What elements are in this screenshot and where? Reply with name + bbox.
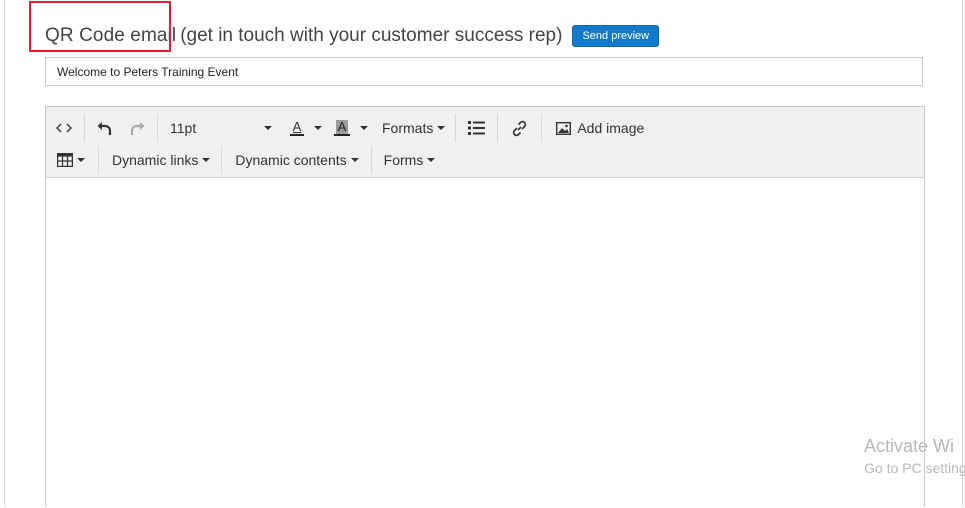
link-icon bbox=[513, 120, 527, 136]
chevron-down-icon bbox=[314, 126, 322, 130]
toolbar-separator bbox=[221, 146, 223, 174]
page-frame-left bbox=[4, 0, 5, 507]
dynamic-links-label: Dynamic links bbox=[112, 152, 199, 168]
send-preview-button[interactable]: Send preview bbox=[572, 25, 660, 47]
watermark-line-2: Go to PC setting bbox=[864, 460, 965, 476]
dynamic-contents-label: Dynamic contents bbox=[235, 152, 347, 168]
bullet-list-icon bbox=[468, 121, 486, 135]
chevron-down-icon bbox=[350, 158, 359, 162]
text-color-button[interactable]: A bbox=[280, 114, 328, 142]
editor-content-area[interactable] bbox=[46, 178, 924, 508]
table-icon bbox=[57, 153, 73, 167]
undo-icon bbox=[97, 122, 112, 135]
email-subject-input[interactable] bbox=[45, 57, 923, 86]
chevron-down-icon bbox=[437, 126, 446, 130]
chevron-down-icon bbox=[77, 158, 85, 162]
windows-activation-watermark: Activate Wi Go to PC setting bbox=[864, 436, 965, 476]
section-title: QR Code email bbox=[45, 25, 177, 46]
toolbar-separator bbox=[370, 146, 372, 174]
add-image-label: Add image bbox=[577, 120, 645, 136]
watermark-line-1: Activate Wi bbox=[864, 436, 955, 456]
dynamic-links-dropdown[interactable]: Dynamic links bbox=[101, 146, 219, 174]
background-color-icon: A bbox=[334, 120, 350, 136]
text-color-glyph: A bbox=[292, 119, 302, 134]
toolbar-separator bbox=[157, 114, 158, 142]
formats-dropdown[interactable]: Formats bbox=[374, 114, 453, 142]
editor-toolbar: 11pt A A Formats Add image Dynamic links… bbox=[46, 107, 924, 178]
text-color-icon: A bbox=[290, 120, 304, 136]
forms-dropdown[interactable]: Forms bbox=[374, 146, 444, 174]
chevron-down-icon bbox=[202, 158, 211, 162]
rich-text-editor: 11pt A A Formats Add image Dynamic links… bbox=[45, 106, 925, 508]
toolbar-separator bbox=[84, 114, 85, 142]
dynamic-contents-dropdown[interactable]: Dynamic contents bbox=[224, 146, 368, 174]
font-size-value: 11pt bbox=[170, 120, 197, 136]
add-image-button[interactable]: Add image bbox=[544, 114, 651, 142]
background-color-swatch bbox=[334, 134, 350, 136]
image-icon bbox=[556, 121, 572, 135]
page-frame-right bbox=[962, 0, 963, 507]
toolbar-row-2: Dynamic links Dynamic contents Forms bbox=[46, 145, 443, 175]
background-color-glyph: A bbox=[335, 119, 349, 134]
toolbar-separator bbox=[541, 114, 543, 142]
forms-label: Forms bbox=[383, 152, 424, 168]
bullet-list-button[interactable] bbox=[458, 114, 495, 142]
chevron-down-icon bbox=[360, 126, 368, 130]
toolbar-separator bbox=[98, 146, 99, 174]
formats-label: Formats bbox=[382, 120, 434, 136]
chevron-down-icon bbox=[264, 126, 272, 130]
toolbar-row-1: 11pt A A Formats Add image bbox=[46, 113, 651, 143]
font-size-select[interactable]: 11pt bbox=[160, 114, 280, 142]
table-button[interactable] bbox=[46, 146, 96, 174]
section-subtitle: (get in touch with your customer success… bbox=[180, 25, 563, 46]
toolbar-separator bbox=[497, 114, 499, 142]
redo-icon bbox=[130, 122, 145, 135]
toolbar-separator bbox=[455, 114, 457, 142]
insert-link-button[interactable] bbox=[500, 114, 539, 142]
background-color-button[interactable]: A bbox=[328, 114, 374, 142]
section-header: QR Code email (get in touch with your cu… bbox=[45, 22, 660, 50]
source-code-button[interactable] bbox=[46, 114, 82, 142]
redo-button[interactable] bbox=[121, 114, 155, 142]
text-color-swatch bbox=[290, 134, 304, 136]
undo-button[interactable] bbox=[87, 114, 121, 142]
code-icon bbox=[56, 123, 72, 133]
chevron-down-icon bbox=[427, 158, 436, 162]
